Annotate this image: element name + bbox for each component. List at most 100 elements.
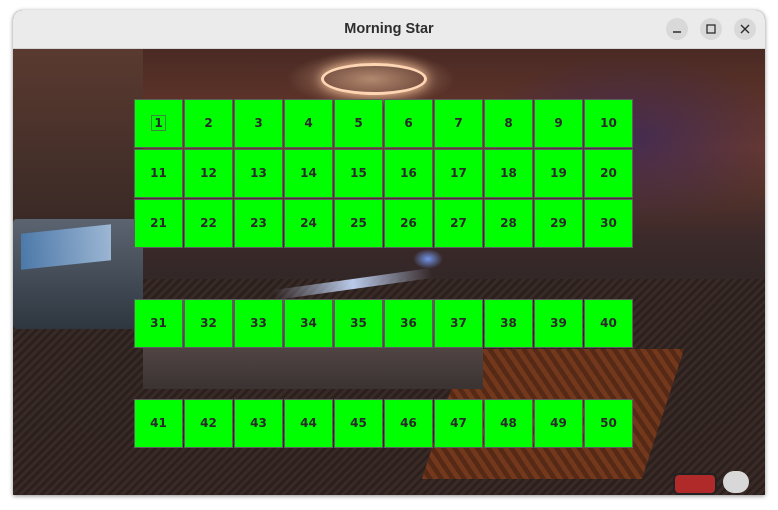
grid-cell-label: 24 — [300, 216, 317, 230]
grid-cell-31[interactable]: 31 — [134, 299, 183, 348]
grid-cell-32[interactable]: 32 — [184, 299, 233, 348]
window-title: Morning Star — [344, 21, 434, 37]
grid-cell-22[interactable]: 22 — [184, 199, 233, 248]
grid-cell-label: 45 — [350, 416, 367, 430]
grid-cell-label: 44 — [300, 416, 317, 430]
grid-cell-label: 22 — [200, 216, 217, 230]
grid-cell-label: 16 — [400, 166, 417, 180]
grid-cell-21[interactable]: 21 — [134, 199, 183, 248]
grid-cell-label: 6 — [404, 116, 413, 130]
grid-cell-label: 7 — [454, 116, 463, 130]
grid-cell-label: 23 — [250, 216, 267, 230]
grid-cell-36[interactable]: 36 — [384, 299, 433, 348]
grid-cell-20[interactable]: 20 — [584, 149, 633, 198]
grid-cell-label: 2 — [204, 116, 213, 130]
grid-cell-label: 32 — [200, 316, 217, 330]
grid-cell-4[interactable]: 4 — [284, 99, 333, 148]
minimize-button[interactable] — [666, 18, 688, 40]
grid-cell-37[interactable]: 37 — [434, 299, 483, 348]
grid-cell-label: 33 — [250, 316, 267, 330]
maximize-icon — [706, 24, 716, 34]
grid-cell-label: 28 — [500, 216, 517, 230]
grid-cell-30[interactable]: 30 — [584, 199, 633, 248]
grid-cell-29[interactable]: 29 — [534, 199, 583, 248]
grid-cell-34[interactable]: 34 — [284, 299, 333, 348]
grid-cell-26[interactable]: 26 — [384, 199, 433, 248]
grid-cell-2[interactable]: 2 — [184, 99, 233, 148]
grid-cell-38[interactable]: 38 — [484, 299, 533, 348]
grid-cell-18[interactable]: 18 — [484, 149, 533, 198]
grid-cell-9[interactable]: 9 — [534, 99, 583, 148]
grid-cell-47[interactable]: 47 — [434, 399, 483, 448]
grid-cell-8[interactable]: 8 — [484, 99, 533, 148]
grid-cell-label: 11 — [150, 166, 167, 180]
grid-cell-10[interactable]: 10 — [584, 99, 633, 148]
close-button[interactable] — [734, 18, 756, 40]
grid-cell-15[interactable]: 15 — [334, 149, 383, 198]
close-icon — [740, 24, 750, 34]
grid-cell-label: 38 — [500, 316, 517, 330]
grid-cell-label: 47 — [450, 416, 467, 430]
grid-cell-48[interactable]: 48 — [484, 399, 533, 448]
grid-cell-45[interactable]: 45 — [334, 399, 383, 448]
grid-cell-16[interactable]: 16 — [384, 149, 433, 198]
grid-cell-13[interactable]: 13 — [234, 149, 283, 198]
grid-cell-label: 50 — [600, 416, 617, 430]
grid-cell-3[interactable]: 3 — [234, 99, 283, 148]
grid-cell-label: 1 — [151, 115, 166, 131]
grid-cell-50[interactable]: 50 — [584, 399, 633, 448]
grid-cell-label: 3 — [254, 116, 263, 130]
grid-cell-label: 14 — [300, 166, 317, 180]
title-bar[interactable]: Morning Star — [13, 10, 765, 49]
grid-cell-label: 30 — [600, 216, 617, 230]
grid-cell-label: 34 — [300, 316, 317, 330]
grid-cell-11[interactable]: 11 — [134, 149, 183, 198]
grid-cell-label: 43 — [250, 416, 267, 430]
grid-cell-label: 27 — [450, 216, 467, 230]
grid-cell-5[interactable]: 5 — [334, 99, 383, 148]
grid-cell-label: 13 — [250, 166, 267, 180]
grid-cell-28[interactable]: 28 — [484, 199, 533, 248]
grid-cell-23[interactable]: 23 — [234, 199, 283, 248]
grid-cell-label: 5 — [354, 116, 363, 130]
scene-wall — [13, 49, 143, 219]
grid-cell-27[interactable]: 27 — [434, 199, 483, 248]
grid-cell-label: 25 — [350, 216, 367, 230]
grid-cell-41[interactable]: 41 — [134, 399, 183, 448]
grid-cell-label: 42 — [200, 416, 217, 430]
grid-cell-24[interactable]: 24 — [284, 199, 333, 248]
grid-cell-17[interactable]: 17 — [434, 149, 483, 198]
grid-cell-label: 21 — [150, 216, 167, 230]
grid-cell-33[interactable]: 33 — [234, 299, 283, 348]
grid-cell-label: 17 — [450, 166, 467, 180]
grid-cell-39[interactable]: 39 — [534, 299, 583, 348]
grid-cell-35[interactable]: 35 — [334, 299, 383, 348]
grid-cell-44[interactable]: 44 — [284, 399, 333, 448]
grid-cell-label: 26 — [400, 216, 417, 230]
minimize-icon — [673, 31, 681, 33]
grid-cell-46[interactable]: 46 — [384, 399, 433, 448]
grid-cell-label: 36 — [400, 316, 417, 330]
grid-cell-label: 9 — [554, 116, 563, 130]
grid-cell-43[interactable]: 43 — [234, 399, 283, 448]
grid-cell-label: 37 — [450, 316, 467, 330]
grid-cell-7[interactable]: 7 — [434, 99, 483, 148]
grid-cell-label: 20 — [600, 166, 617, 180]
grid-cell-12[interactable]: 12 — [184, 149, 233, 198]
grid-cell-label: 48 — [500, 416, 517, 430]
grid-cell-19[interactable]: 19 — [534, 149, 583, 198]
grid-cell-label: 19 — [550, 166, 567, 180]
grid-cell-label: 31 — [150, 316, 167, 330]
grid-cell-label: 39 — [550, 316, 567, 330]
grid-cell-25[interactable]: 25 — [334, 199, 383, 248]
grid-cell-6[interactable]: 6 — [384, 99, 433, 148]
grid-cell-49[interactable]: 49 — [534, 399, 583, 448]
grid-cell-1[interactable]: 1 — [134, 99, 183, 148]
grid-cell-42[interactable]: 42 — [184, 399, 233, 448]
grid-cell-14[interactable]: 14 — [284, 149, 333, 198]
grid-cell-40[interactable]: 40 — [584, 299, 633, 348]
corner-badge — [723, 471, 749, 493]
grid-cell-label: 40 — [600, 316, 617, 330]
maximize-button[interactable] — [700, 18, 722, 40]
grid-cell-label: 15 — [350, 166, 367, 180]
